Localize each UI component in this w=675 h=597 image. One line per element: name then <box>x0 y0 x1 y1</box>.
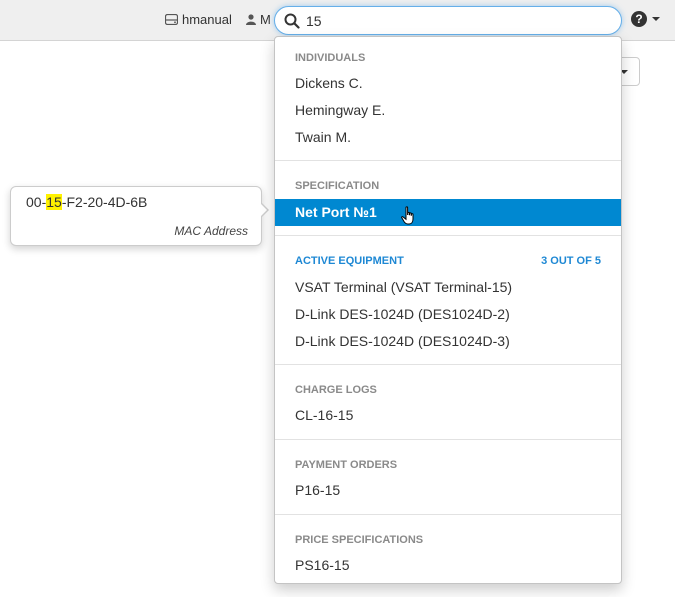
result-item-equipment[interactable]: VSAT Terminal (VSAT Terminal-15) <box>295 279 512 295</box>
section-title: CHARGE LOGS <box>295 384 377 396</box>
user-label: M <box>260 12 270 27</box>
global-search[interactable] <box>274 6 622 35</box>
mac-suffix: -F2-20-4D-6B <box>61 194 148 210</box>
result-item-specification-selected[interactable]: Net Port №1 <box>275 199 621 226</box>
section-title: PRICE SPECIFICATIONS <box>295 534 424 546</box>
section-header-individuals: INDIVIDUALS <box>295 52 601 64</box>
result-item-individual[interactable]: Hemingway E. <box>295 102 385 118</box>
section-divider <box>275 235 621 236</box>
section-divider <box>275 514 621 515</box>
section-header-payment-orders: PAYMENT ORDERS <box>295 459 601 471</box>
help-menu[interactable]: ? <box>631 11 660 27</box>
result-item-equipment[interactable]: D-Link DES-1024D (DES1024D-3) <box>295 333 510 349</box>
section-header-specification: SPECIFICATION <box>295 180 601 192</box>
result-item-individual[interactable]: Twain M. <box>295 129 351 145</box>
section-header-charge-logs: CHARGE LOGS <box>295 384 601 396</box>
result-item-payment-order[interactable]: P16-15 <box>295 482 340 498</box>
section-title: SPECIFICATION <box>295 180 380 192</box>
database-label: hmanual <box>182 12 232 27</box>
section-title: PAYMENT ORDERS <box>295 459 398 471</box>
result-item-price-specification[interactable]: PS16-15 <box>295 557 349 573</box>
mac-address-label: MAC Address <box>174 224 248 238</box>
user-menu[interactable]: M <box>246 12 270 27</box>
section-divider <box>275 439 621 440</box>
mac-address-value: 00-15-F2-20-4D-6B <box>26 194 147 210</box>
search-results-dropdown: INDIVIDUALS Dickens C. Hemingway E. Twai… <box>274 36 622 584</box>
help-icon: ? <box>631 11 647 27</box>
result-item-charge-log[interactable]: CL-16-15 <box>295 407 353 423</box>
section-header-active-equipment: ACTIVE EQUIPMENT 3 OUT OF 5 <box>295 255 601 267</box>
result-item-equipment[interactable]: D-Link DES-1024D (DES1024D-2) <box>295 306 510 322</box>
section-divider <box>275 160 621 161</box>
hand-pointer-icon <box>401 206 417 231</box>
result-count-link[interactable]: 3 OUT OF 5 <box>541 255 601 267</box>
result-item-individual[interactable]: Dickens C. <box>295 75 363 91</box>
mac-prefix: 00- <box>26 194 47 210</box>
section-header-price-specifications: PRICE SPECIFICATIONS <box>295 534 601 546</box>
section-title: ACTIVE EQUIPMENT <box>295 255 404 267</box>
section-divider <box>275 364 621 365</box>
search-highlight: 15 <box>46 194 62 210</box>
user-icon <box>246 14 256 25</box>
popover-arrow <box>260 202 269 218</box>
section-title: INDIVIDUALS <box>295 52 366 64</box>
search-input[interactable] <box>306 12 586 29</box>
top-navbar: hmanual M ? <box>0 0 675 41</box>
mac-address-popover: 00-15-F2-20-4D-6B MAC Address <box>10 186 269 246</box>
chevron-down-icon <box>652 17 660 21</box>
search-icon <box>284 13 300 29</box>
database-icon <box>165 14 178 25</box>
database-menu[interactable]: hmanual <box>165 12 232 27</box>
